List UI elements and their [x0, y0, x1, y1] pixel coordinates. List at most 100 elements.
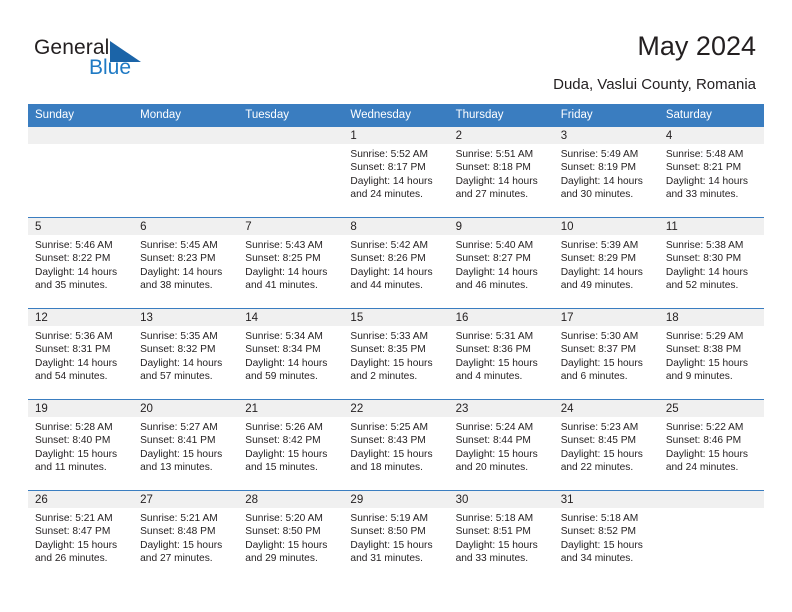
calendar-day-cell[interactable]: 26 Sunrise: 5:21 AM Sunset: 8:47 PM Dayligh…: [28, 490, 134, 581]
daylight-duration: Daylight: 15 hours and 6 minutes.: [560, 357, 643, 382]
day-cell-content: 22 Sunrise: 5:25 AM Sunset: 8:43 PM Dayligh…: [343, 400, 449, 490]
day-cell-content: 17 Sunrise: 5:30 AM Sunset: 8:37 PM Dayligh…: [553, 309, 659, 399]
day-cell-content: 14 Sunrise: 5:34 AM Sunset: 8:34 PM Dayligh…: [238, 309, 344, 399]
day-cell-content: 13 Sunrise: 5:35 AM Sunset: 8:32 PM Dayligh…: [133, 309, 239, 399]
sunrise-time: Sunrise: 5:36 AM: [35, 331, 113, 342]
calendar-day-cell[interactable]: 27 Sunrise: 5:21 AM Sunset: 8:48 PM Dayligh…: [133, 490, 239, 581]
sunset-time: Sunset: 8:46 PM: [665, 435, 742, 447]
sunrise-time: Sunrise: 5:48 AM: [665, 149, 744, 160]
sunset-time: Sunset: 8:42 PM: [245, 435, 321, 447]
day-cell-content: 7 Sunrise: 5:43 AM Sunset: 8:25 PM Daylight…: [238, 218, 344, 308]
daylight-duration: Daylight: 14 hours and 52 minutes.: [665, 266, 748, 291]
day-sun-info: Sunrise: 5:36 AM Sunset: 8:31 PM Daylight:…: [28, 326, 133, 383]
calendar-day-cell[interactable]: 9 Sunrise: 5:40 AM Sunset: 8:27 PM Daylight…: [448, 217, 554, 309]
calendar-day-cell[interactable]: 29 Sunrise: 5:19 AM Sunset: 8:50 PM Dayligh…: [343, 490, 449, 581]
general-blue-logo[interactable]: General Blue: [34, 36, 164, 84]
daylight-duration: Daylight: 15 hours and 2 minutes.: [350, 357, 433, 382]
calendar-day-cell[interactable]: 19 Sunrise: 5:28 AM Sunset: 8:40 PM Dayligh…: [28, 399, 134, 491]
sunset-time: Sunset: 8:26 PM: [350, 253, 426, 265]
daylight-duration: Daylight: 15 hours and 4 minutes.: [455, 357, 538, 382]
calendar-day-cell[interactable]: 1 Sunrise: 5:52 AM Sunset: 8:17 PM Daylight…: [343, 126, 449, 218]
day-sun-info: Sunrise: 5:30 AM Sunset: 8:37 PM Daylight:…: [554, 326, 659, 383]
day-sun-info: Sunrise: 5:40 AM Sunset: 8:27 PM Daylight:…: [449, 235, 554, 292]
day-sun-info: Sunrise: 5:43 AM Sunset: 8:25 PM Daylight:…: [238, 235, 343, 292]
day-sun-info: Sunrise: 5:38 AM Sunset: 8:30 PM Daylight:…: [659, 235, 764, 292]
day-number: [658, 491, 764, 508]
sunrise-time: Sunrise: 5:25 AM: [350, 422, 429, 433]
calendar-day-cell[interactable]: 24 Sunrise: 5:23 AM Sunset: 8:45 PM Dayligh…: [553, 399, 659, 491]
day-number: 3: [553, 127, 659, 144]
day-cell-content: 24 Sunrise: 5:23 AM Sunset: 8:45 PM Dayligh…: [553, 400, 659, 490]
day-number: 5: [28, 218, 134, 235]
sunrise-time: Sunrise: 5:49 AM: [560, 149, 639, 160]
calendar-day-cell[interactable]: 31 Sunrise: 5:18 AM Sunset: 8:52 PM Dayligh…: [553, 490, 659, 581]
day-sun-info: Sunrise: 5:27 AM Sunset: 8:41 PM Daylight:…: [133, 417, 238, 474]
calendar-day-cell[interactable]: 11 Sunrise: 5:38 AM Sunset: 8:30 PM Dayligh…: [658, 217, 764, 309]
calendar-day-cell[interactable]: 25 Sunrise: 5:22 AM Sunset: 8:46 PM Dayligh…: [658, 399, 764, 491]
day-sun-info: Sunrise: 5:33 AM Sunset: 8:35 PM Daylight:…: [343, 326, 448, 383]
daylight-duration: Daylight: 14 hours and 27 minutes.: [455, 175, 538, 200]
day-number: 20: [133, 400, 239, 417]
daylight-duration: Daylight: 15 hours and 22 minutes.: [560, 448, 643, 473]
sunset-time: Sunset: 8:29 PM: [560, 253, 637, 265]
calendar-day-cell[interactable]: 30 Sunrise: 5:18 AM Sunset: 8:51 PM Dayligh…: [448, 490, 554, 581]
sunset-time: Sunset: 8:35 PM: [350, 344, 426, 356]
weekday-header-tuesday: Tuesday: [238, 104, 344, 127]
calendar-day-cell[interactable]: 12 Sunrise: 5:36 AM Sunset: 8:31 PM Dayligh…: [28, 308, 134, 400]
sunrise-time: Sunrise: 5:46 AM: [35, 240, 113, 251]
sunrise-time: Sunrise: 5:20 AM: [245, 513, 323, 524]
calendar-day-cell[interactable]: 15 Sunrise: 5:33 AM Sunset: 8:35 PM Dayligh…: [343, 308, 449, 400]
sunrise-time: Sunrise: 5:23 AM: [560, 422, 639, 433]
day-cell-content: 20 Sunrise: 5:27 AM Sunset: 8:41 PM Dayligh…: [133, 400, 239, 490]
sunset-time: Sunset: 8:45 PM: [560, 435, 637, 447]
calendar-day-cell[interactable]: 10 Sunrise: 5:39 AM Sunset: 8:29 PM Dayligh…: [553, 217, 659, 309]
calendar-day-cell: [658, 490, 764, 581]
calendar-day-cell[interactable]: 3 Sunrise: 5:49 AM Sunset: 8:19 PM Daylight…: [553, 126, 659, 218]
daylight-duration: Daylight: 15 hours and 29 minutes.: [245, 539, 328, 564]
day-cell-content: 12 Sunrise: 5:36 AM Sunset: 8:31 PM Dayligh…: [28, 309, 134, 399]
day-cell-content: 11 Sunrise: 5:38 AM Sunset: 8:30 PM Dayligh…: [658, 218, 764, 308]
calendar-day-cell[interactable]: 23 Sunrise: 5:24 AM Sunset: 8:44 PM Dayligh…: [448, 399, 554, 491]
weekday-header-monday: Monday: [133, 104, 239, 127]
calendar-day-cell[interactable]: 7 Sunrise: 5:43 AM Sunset: 8:25 PM Daylight…: [238, 217, 344, 309]
day-number: 28: [238, 491, 344, 508]
day-number: 7: [238, 218, 344, 235]
calendar-day-cell[interactable]: 21 Sunrise: 5:26 AM Sunset: 8:42 PM Dayligh…: [238, 399, 344, 491]
day-number: 13: [133, 309, 239, 326]
day-sun-info: Sunrise: 5:19 AM Sunset: 8:50 PM Daylight:…: [343, 508, 448, 565]
calendar-day-cell[interactable]: 8 Sunrise: 5:42 AM Sunset: 8:26 PM Daylight…: [343, 217, 449, 309]
day-cell-content: [658, 491, 764, 581]
day-cell-content: 28 Sunrise: 5:20 AM Sunset: 8:50 PM Dayligh…: [238, 491, 344, 581]
day-number: 25: [658, 400, 764, 417]
sunset-time: Sunset: 8:50 PM: [245, 526, 321, 538]
day-sun-info: Sunrise: 5:31 AM Sunset: 8:36 PM Daylight:…: [449, 326, 554, 383]
calendar-day-cell[interactable]: 4 Sunrise: 5:48 AM Sunset: 8:21 PM Daylight…: [658, 126, 764, 218]
calendar-day-cell[interactable]: 20 Sunrise: 5:27 AM Sunset: 8:41 PM Dayligh…: [133, 399, 239, 491]
calendar-day-cell[interactable]: 17 Sunrise: 5:30 AM Sunset: 8:37 PM Dayligh…: [553, 308, 659, 400]
calendar-day-cell[interactable]: 14 Sunrise: 5:34 AM Sunset: 8:34 PM Dayligh…: [238, 308, 344, 400]
weekday-header-sunday: Sunday: [28, 104, 134, 127]
day-sun-info: Sunrise: 5:24 AM Sunset: 8:44 PM Daylight:…: [449, 417, 554, 474]
calendar-day-cell[interactable]: 16 Sunrise: 5:31 AM Sunset: 8:36 PM Dayligh…: [448, 308, 554, 400]
day-cell-content: 27 Sunrise: 5:21 AM Sunset: 8:48 PM Dayligh…: [133, 491, 239, 581]
calendar-day-cell[interactable]: 13 Sunrise: 5:35 AM Sunset: 8:32 PM Dayligh…: [133, 308, 239, 400]
sunset-time: Sunset: 8:17 PM: [350, 162, 426, 174]
day-number: 2: [448, 127, 554, 144]
calendar-day-cell[interactable]: 5 Sunrise: 5:46 AM Sunset: 8:22 PM Daylight…: [28, 217, 134, 309]
sunset-time: Sunset: 8:30 PM: [665, 253, 742, 265]
sunset-time: Sunset: 8:48 PM: [140, 526, 216, 538]
sunrise-time: Sunrise: 5:33 AM: [350, 331, 429, 342]
calendar-day-cell[interactable]: 22 Sunrise: 5:25 AM Sunset: 8:43 PM Dayligh…: [343, 399, 449, 491]
day-cell-content: 31 Sunrise: 5:18 AM Sunset: 8:52 PM Dayligh…: [553, 491, 659, 581]
day-cell-content: 26 Sunrise: 5:21 AM Sunset: 8:47 PM Dayligh…: [28, 491, 134, 581]
calendar-day-cell[interactable]: 2 Sunrise: 5:51 AM Sunset: 8:18 PM Daylight…: [448, 126, 554, 218]
sunrise-time: Sunrise: 5:19 AM: [350, 513, 429, 524]
sunset-time: Sunset: 8:44 PM: [455, 435, 531, 447]
daylight-duration: Daylight: 14 hours and 24 minutes.: [350, 175, 433, 200]
calendar-day-cell[interactable]: 18 Sunrise: 5:29 AM Sunset: 8:38 PM Dayligh…: [658, 308, 764, 400]
sunrise-time: Sunrise: 5:18 AM: [560, 513, 639, 524]
page-header: General Blue May 2024 Duda, Vaslui Count…: [0, 0, 792, 104]
calendar-day-cell[interactable]: 6 Sunrise: 5:45 AM Sunset: 8:23 PM Daylight…: [133, 217, 239, 309]
calendar-day-cell[interactable]: 28 Sunrise: 5:20 AM Sunset: 8:50 PM Dayligh…: [238, 490, 344, 581]
day-number: 27: [133, 491, 239, 508]
